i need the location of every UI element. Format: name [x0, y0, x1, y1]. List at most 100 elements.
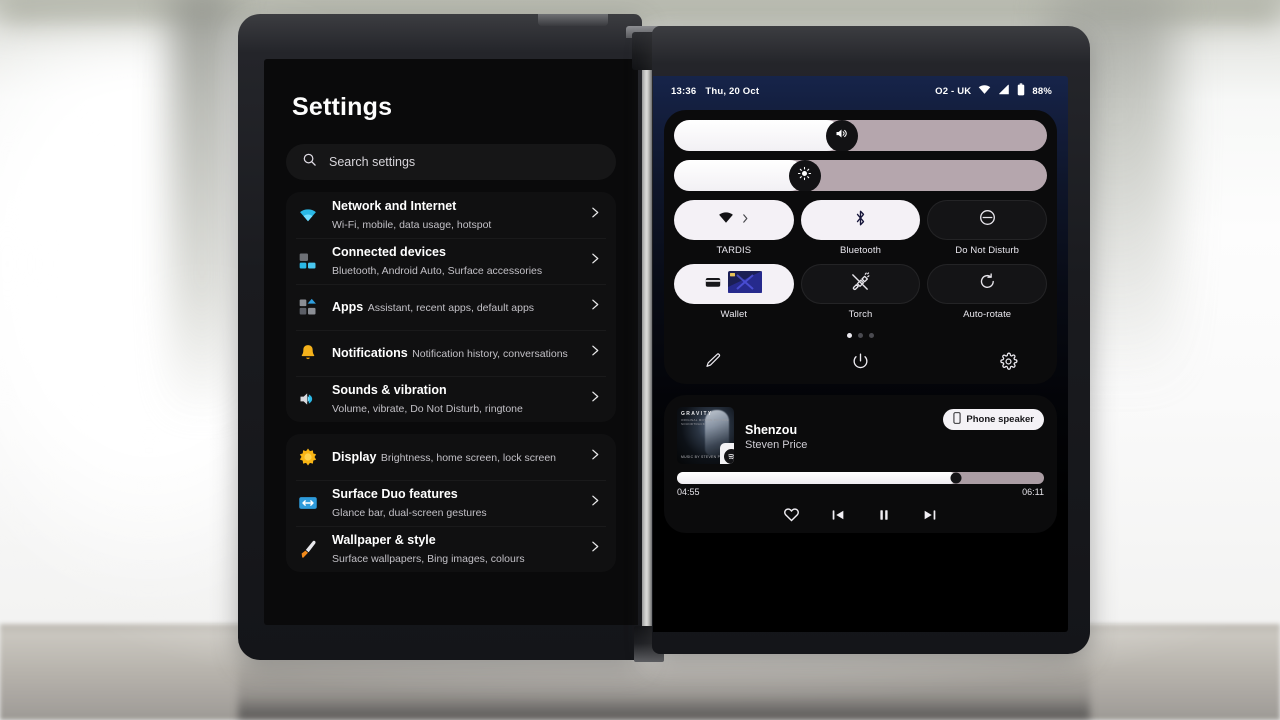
wifi-icon [978, 84, 991, 98]
elapsed-time: 04:55 [677, 487, 700, 497]
tile-label: Wallet [720, 309, 748, 320]
settings-row-connected-devices[interactable]: Connected devices Bluetooth, Android Aut… [286, 238, 616, 284]
row-subtitle: Assistant, recent apps, default apps [367, 302, 535, 314]
chevron-right-icon [588, 252, 602, 270]
row-text: Sounds & vibration Volume, vibrate, Do N… [332, 381, 576, 417]
page-dot-1[interactable] [847, 333, 852, 338]
chevron-right-icon[interactable] [741, 211, 749, 229]
media-player: GRAVITY ORIGINAL MOTION PICTURE SOUNDTRA… [664, 395, 1057, 533]
volume-slider-knob[interactable] [825, 120, 858, 151]
row-title: Network and Internet [332, 199, 457, 213]
tile-bluetooth[interactable] [800, 200, 921, 240]
left-screen: Settings Search settings Network and Int… [264, 59, 638, 625]
settings-row-network-and-internet[interactable]: Network and Internet Wi-Fi, mobile, data… [286, 192, 616, 238]
brightness-slider[interactable] [674, 160, 1047, 191]
search-icon [302, 152, 317, 172]
progress-times: 04:55 06:11 [677, 487, 1044, 497]
pause-icon[interactable] [876, 507, 892, 523]
spotify-icon [720, 443, 734, 464]
settings-group-1: Network and Internet Wi-Fi, mobile, data… [286, 192, 616, 422]
row-text: Wallpaper & style Surface wallpapers, Bi… [332, 531, 576, 567]
volume-slider[interactable] [674, 120, 1047, 151]
next-icon[interactable] [922, 507, 938, 523]
album-art-subtitle: ORIGINAL MOTION PICTURE SOUNDTRACK [681, 418, 729, 426]
backdrop-pillar-left [170, 0, 234, 420]
power-icon[interactable] [848, 348, 874, 374]
duration-time: 06:11 [1022, 487, 1044, 497]
progress-track[interactable] [677, 472, 1044, 484]
search-input[interactable]: Search settings [286, 144, 616, 180]
brush-icon [296, 537, 320, 561]
settings-row-notifications[interactable]: Notifications Notification history, conv… [286, 330, 616, 376]
settings-row-apps[interactable]: Apps Assistant, recent apps, default app… [286, 284, 616, 330]
album-art-title: GRAVITY [681, 411, 713, 417]
output-device-label: Phone speaker [966, 414, 1034, 425]
tile-do-not-disturb[interactable] [927, 200, 1047, 240]
dual-screen-device: Settings Search settings Network and Int… [238, 14, 1090, 670]
previous-icon[interactable] [830, 507, 846, 523]
tile-torch[interactable] [800, 264, 921, 304]
dnd-icon [978, 208, 997, 232]
row-text: Apps Assistant, recent apps, default app… [332, 298, 576, 316]
settings-group-2: Display Brightness, home screen, lock sc… [286, 434, 616, 572]
row-text: Surface Duo features Glance bar, dual-sc… [332, 485, 576, 521]
row-subtitle: Bluetooth, Android Auto, Surface accesso… [332, 265, 543, 277]
chevron-right-icon [588, 494, 602, 512]
row-subtitle: Notification history, conversations [412, 348, 568, 360]
row-title: Surface Duo features [332, 487, 458, 501]
row-subtitle: Surface wallpapers, Bing images, colours [332, 553, 525, 565]
track-title: Shenzou [745, 423, 798, 437]
left-panel-notch [538, 14, 608, 26]
page-dot-3[interactable] [869, 333, 874, 338]
quick-settings-tiles: TARDIS Bluetooth Do Not Disturb Wallet T… [674, 200, 1047, 320]
track-artist: Steven Price [745, 439, 808, 451]
row-subtitle: Brightness, home screen, lock screen [380, 452, 557, 464]
volume-slider-fill [674, 120, 842, 151]
tile-cell-wallet: Wallet [674, 264, 794, 320]
brightness-slider-fill [674, 160, 805, 191]
device-hinge [642, 44, 652, 654]
settings-row-sounds-and-vibration[interactable]: Sounds & vibration Volume, vibrate, Do N… [286, 376, 616, 422]
chevron-right-icon [588, 390, 602, 408]
brightness-icon [296, 445, 320, 469]
tile-label: Bluetooth [839, 245, 882, 256]
output-device-chip[interactable]: Phone speaker [943, 409, 1044, 430]
quick-settings-panel: TARDIS Bluetooth Do Not Disturb Wallet T… [664, 110, 1057, 384]
settings-app: Settings Search settings Network and Int… [264, 59, 638, 625]
tile-tardis[interactable] [674, 200, 794, 240]
quick-settings-shade: 13:36 Thu, 20 Oct O2 - UK 88% TARDIS Blu… [653, 76, 1068, 632]
settings-row-surface-duo-features[interactable]: Surface Duo features Glance bar, dual-sc… [286, 480, 616, 526]
search-placeholder: Search settings [329, 155, 416, 169]
chevron-right-icon [588, 540, 602, 558]
status-carrier: O2 - UK [935, 85, 972, 97]
chevron-right-icon [588, 448, 602, 466]
brightness-slider-knob[interactable] [788, 160, 821, 191]
phone-icon [953, 412, 961, 427]
brightness-icon [797, 166, 812, 186]
torch-off-icon [850, 271, 870, 297]
settings-row-wallpaper-and-style[interactable]: Wallpaper & style Surface wallpapers, Bi… [286, 526, 616, 572]
progress-fill [677, 472, 956, 484]
heart-icon[interactable] [783, 506, 800, 523]
tile-label: Torch [848, 309, 873, 320]
tile-wallet[interactable] [674, 264, 794, 304]
page-dot-2[interactable] [858, 333, 863, 338]
row-subtitle: Glance bar, dual-screen gestures [332, 507, 487, 519]
media-meta: Shenzou Steven Price [745, 407, 932, 451]
row-text: Display Brightness, home screen, lock sc… [332, 448, 576, 466]
row-title: Sounds & vibration [332, 383, 447, 397]
tile-cell-torch: Torch [800, 264, 921, 320]
signal-icon [998, 84, 1010, 98]
progress-knob[interactable] [950, 472, 962, 484]
chevron-right-icon [588, 344, 602, 362]
spotify-glyph [723, 448, 734, 464]
row-text: Network and Internet Wi-Fi, mobile, data… [332, 197, 576, 233]
media-progress[interactable]: 04:55 06:11 [677, 472, 1044, 497]
gear-icon[interactable] [995, 348, 1021, 374]
settings-row-display[interactable]: Display Brightness, home screen, lock sc… [286, 434, 616, 480]
row-title: Display [332, 450, 377, 464]
media-header: GRAVITY ORIGINAL MOTION PICTURE SOUNDTRA… [677, 407, 1044, 464]
pencil-icon[interactable] [700, 348, 726, 374]
tile-auto-rotate[interactable] [927, 264, 1047, 304]
album-art: GRAVITY ORIGINAL MOTION PICTURE SOUNDTRA… [677, 407, 734, 464]
